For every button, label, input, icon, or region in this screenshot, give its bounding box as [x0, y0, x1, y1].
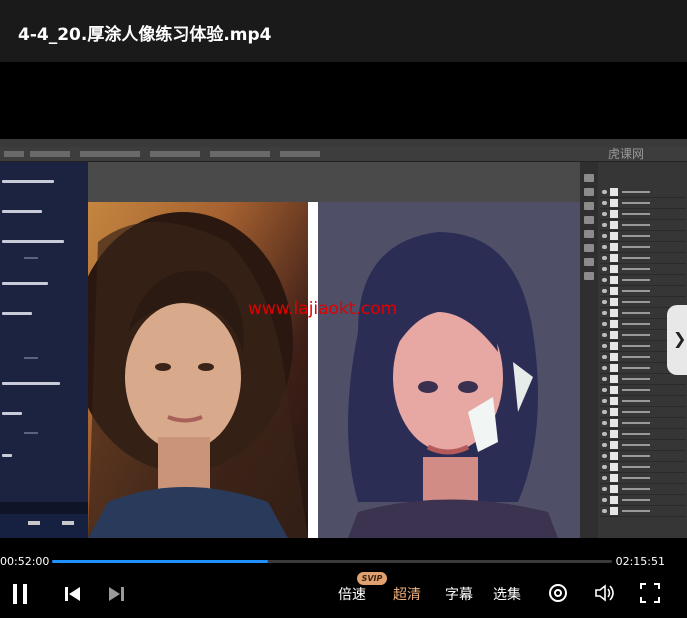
chat-input[interactable] — [0, 502, 88, 514]
volume-button[interactable] — [594, 583, 616, 607]
ps-layer-row — [600, 187, 686, 198]
ps-layer-row — [600, 407, 686, 418]
danmaku-button[interactable] — [548, 583, 568, 607]
episodes-button[interactable]: 选集 — [493, 584, 521, 604]
ps-menubar — [0, 139, 687, 147]
chat-button[interactable] — [62, 521, 74, 525]
danmaku-icon — [549, 584, 567, 602]
ps-layer-row — [600, 495, 686, 506]
ps-layer-row — [600, 385, 686, 396]
next-video-button[interactable]: ❯ — [667, 305, 687, 375]
subtitle-button[interactable]: 字幕 — [445, 584, 473, 604]
video-title: 4-4_20.厚涂人像练习体验.mp4 — [18, 25, 272, 45]
painting-canvas — [318, 202, 580, 538]
ps-layer-row — [600, 231, 686, 242]
progress-bar[interactable] — [52, 560, 612, 563]
prev-icon — [65, 587, 80, 601]
ps-layer-row — [600, 418, 686, 429]
chevron-right-icon: ❯ — [673, 329, 687, 348]
volume-icon — [595, 584, 614, 602]
ps-toolbar — [580, 162, 598, 538]
speed-button[interactable]: 倍速 — [338, 584, 366, 604]
ps-layer-row — [600, 198, 686, 209]
duration: 02:15:51 — [615, 555, 665, 568]
previous-button[interactable] — [64, 586, 82, 606]
ps-layer-row — [600, 275, 686, 286]
ps-layer-row — [600, 440, 686, 451]
ps-layer-row — [600, 473, 686, 484]
ps-layer-row — [600, 429, 686, 440]
ps-watermark: 虎课网 — [608, 147, 645, 161]
ps-layer-row — [600, 451, 686, 462]
reference-photo — [88, 202, 308, 538]
ps-layer-row — [600, 462, 686, 473]
ps-layer-row — [600, 286, 686, 297]
quality-button[interactable]: 超清 — [393, 584, 421, 604]
ps-layer-row — [600, 264, 686, 275]
fullscreen-icon — [640, 583, 660, 603]
ps-layer-row — [600, 506, 686, 517]
ps-options-bar — [0, 147, 687, 162]
ps-layer-row — [600, 396, 686, 407]
next-button[interactable] — [108, 586, 126, 606]
ps-layer-row — [600, 242, 686, 253]
chat-toolbar — [0, 514, 88, 538]
ps-layer-row — [600, 209, 686, 220]
ps-layer-row — [600, 220, 686, 231]
svip-badge: SVIP — [357, 572, 387, 585]
fullscreen-button[interactable] — [640, 583, 660, 607]
ps-layer-row — [600, 484, 686, 495]
title-bar: 4-4_20.厚涂人像练习体验.mp4 — [0, 0, 687, 62]
pause-icon — [13, 584, 27, 604]
current-time: 00:52:00 — [0, 555, 50, 568]
pause-button[interactable] — [10, 582, 30, 610]
canvas-divider — [308, 202, 318, 538]
ps-layer-row — [600, 253, 686, 264]
next-icon — [109, 587, 124, 601]
video-frame[interactable]: 虎课网 www.lajiaokt.com ❯ — [0, 139, 687, 538]
chat-button[interactable] — [28, 521, 40, 525]
chat-panel — [0, 162, 88, 538]
progress-fill — [52, 560, 268, 563]
player-controls: 00:52:00 02:15:51 倍速 SVIP 超清 字幕 选集 — [0, 538, 687, 618]
site-watermark: www.lajiaokt.com — [248, 299, 398, 319]
ps-layer-row — [600, 374, 686, 385]
